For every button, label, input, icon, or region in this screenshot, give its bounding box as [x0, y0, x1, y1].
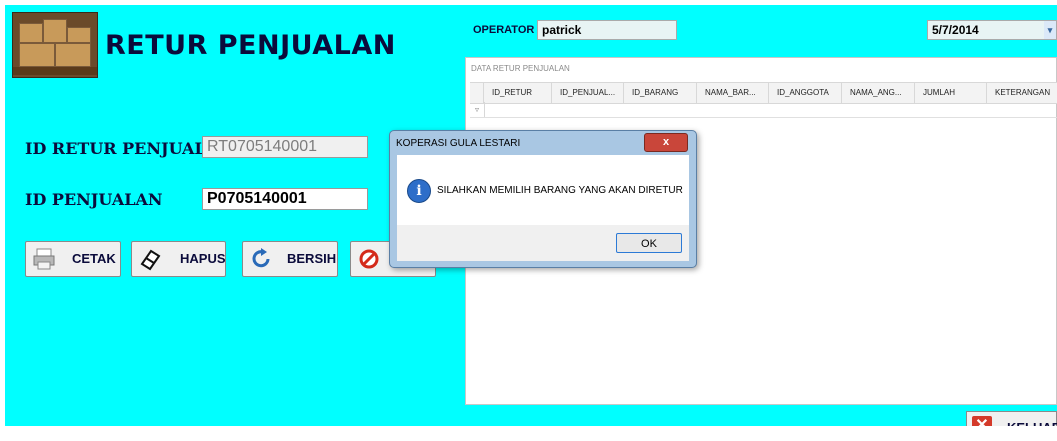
date-value: 5/7/2014 — [932, 23, 979, 37]
bersih-label: BERSIH — [287, 251, 337, 266]
column-header[interactable]: KETERANGAN — [987, 83, 1057, 103]
info-icon: i — [407, 179, 431, 203]
printer-icon — [33, 248, 55, 270]
message-dialog: KOPERASI GULA LESTARI x i SILAHKAN MEMIL… — [389, 130, 697, 268]
hapus-label: HAPUS — [180, 251, 226, 266]
dialog-title: KOPERASI GULA LESTARI — [396, 138, 521, 149]
app-window: RETUR PENJUALAN ID RETUR PENJUALAN RT070… — [0, 0, 1057, 441]
row-header-corner — [470, 83, 484, 103]
column-header[interactable]: ID_BARANG — [624, 83, 697, 103]
ok-button[interactable]: OK — [616, 233, 682, 253]
grid-caption: DATA RETUR PENJUALAN — [471, 64, 570, 73]
cetak-button[interactable]: CETAK — [25, 241, 121, 277]
column-header[interactable]: ID_ANGGOTA — [769, 83, 842, 103]
eraser-icon — [140, 249, 161, 271]
close-icon: x — [662, 136, 670, 148]
dialog-close-button[interactable]: x — [644, 133, 688, 152]
cetak-label: CETAK — [72, 251, 116, 266]
refresh-icon — [252, 248, 270, 268]
operator-label: OPERATOR — [473, 24, 535, 36]
id-retur-field: RT0705140001 — [202, 136, 368, 158]
page-title: RETUR PENJUALAN — [105, 30, 396, 61]
new-row-indicator: ▿ — [470, 102, 485, 117]
date-picker[interactable]: 5/7/2014 ▾ — [927, 20, 1057, 40]
bersih-button[interactable]: BERSIH — [242, 241, 338, 277]
grid-header: ID_RETUR ID_PENJUAL... ID_BARANG NAMA_BA… — [470, 82, 1057, 104]
dialog-footer: OK — [397, 225, 689, 261]
cancel-icon — [359, 249, 379, 269]
id-penjualan-label: ID PENJUALAN — [25, 190, 163, 209]
table-row[interactable]: ▿ — [470, 102, 1057, 118]
window-bottom-edge — [0, 426, 1057, 441]
operator-field: patrick — [537, 20, 677, 40]
column-header[interactable]: ID_RETUR — [484, 83, 552, 103]
column-header[interactable]: NAMA_BAR... — [697, 83, 769, 103]
column-header[interactable]: JUMLAH — [915, 83, 987, 103]
column-header[interactable]: ID_PENJUAL... — [552, 83, 624, 103]
chevron-down-icon[interactable]: ▾ — [1044, 21, 1056, 39]
column-header[interactable]: NAMA_ANG... — [842, 83, 915, 103]
dialog-message: SILAHKAN MEMILIH BARANG YANG AKAN DIRETU… — [437, 185, 683, 196]
packages-logo-icon — [12, 12, 98, 78]
hapus-button[interactable]: HAPUS — [131, 241, 226, 277]
dialog-body: i SILAHKAN MEMILIH BARANG YANG AKAN DIRE… — [397, 155, 689, 225]
id-penjualan-field[interactable]: P0705140001 — [202, 188, 368, 210]
